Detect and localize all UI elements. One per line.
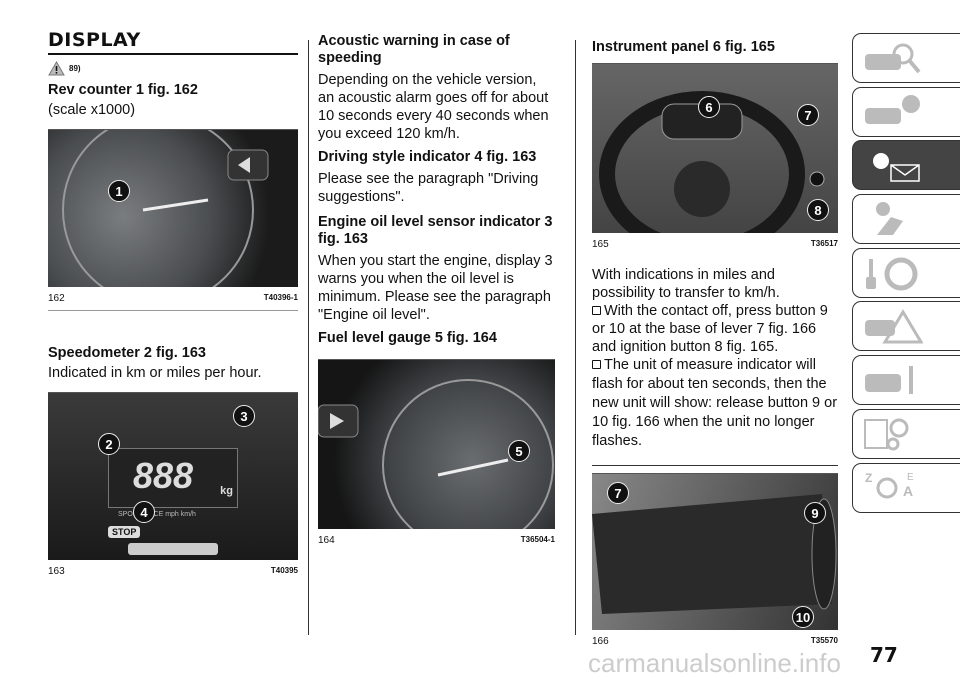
callout-3: 3 xyxy=(233,405,255,427)
figure-number: 162 xyxy=(48,293,65,304)
tab-warning-lights-messages[interactable] xyxy=(852,140,960,191)
heading-speedometer: Speedometer 2 fig. 163 xyxy=(48,345,206,361)
checkbox-bullet-icon xyxy=(592,360,601,369)
svg-text:E: E xyxy=(907,472,914,483)
heading-oil-level: Engine oil level sensor indicator 3 fig.… xyxy=(318,214,553,247)
figure-caption: 163 T40395 xyxy=(48,566,298,583)
figure-code: T36517 xyxy=(810,239,838,248)
car-warning-triangle-icon xyxy=(865,309,923,344)
checkbox-bullet-icon xyxy=(592,306,601,315)
acoustic-warning-text: Depending on the vehicle version, an aco… xyxy=(318,72,549,142)
car-wrench-icon xyxy=(865,366,913,395)
tab-car-magnifier[interactable] xyxy=(852,33,960,83)
bottom-bar xyxy=(128,543,218,555)
callout-7: 7 xyxy=(797,104,819,126)
figure-number: 166 xyxy=(592,636,609,647)
rev-counter-dial-illustration xyxy=(62,130,269,287)
step-text: The unit of measure indicator will flash… xyxy=(592,357,838,449)
callout-9: 9 xyxy=(804,502,826,524)
figure-164: 5 xyxy=(318,359,555,529)
heading-fuel-gauge: Fuel level gauge 5 fig. 164 xyxy=(318,330,497,346)
specs-gears-icon xyxy=(864,418,909,451)
page-number: 77 xyxy=(870,643,898,667)
column-2: Acoustic warning in case of speeding Dep… xyxy=(318,27,555,552)
svg-text:A: A xyxy=(903,483,913,499)
step-text: With the contact off, press button 9 or … xyxy=(592,303,828,355)
tab-maintenance[interactable] xyxy=(852,355,960,406)
display-kg: kg xyxy=(220,485,233,497)
car-info-icon xyxy=(865,94,920,124)
warning-reference: 89) xyxy=(48,61,298,76)
figure-163: 888 kg SPORT RACE mph km/h STOP 2 3 4 xyxy=(48,392,298,560)
figure-165: 6 7 8 xyxy=(592,63,838,233)
figure-caption: 164 T36504-1 xyxy=(318,535,555,552)
speedometer-text: Indicated in km or miles per hour. xyxy=(48,365,262,381)
heading-rev-counter: Rev counter 1 fig. 162 xyxy=(48,82,198,98)
oil-level-text: When you start the engine, display 3 war… xyxy=(318,253,553,323)
column-3: Instrument panel 6 fig. 165 6 7 8 165 T36… xyxy=(592,33,838,653)
display-modes: SPORT RACE mph km/h xyxy=(118,511,196,518)
figure-code: T40396-1 xyxy=(263,293,298,302)
column-divider xyxy=(575,40,576,635)
figure-code: T40395 xyxy=(270,566,298,575)
tab-technical-specs[interactable] xyxy=(852,408,960,459)
section-title: DISPLAY xyxy=(48,29,298,55)
callout-4: 4 xyxy=(133,501,155,523)
alphabetical-index-icon: Z EA xyxy=(865,471,914,499)
callout-1: 1 xyxy=(108,180,130,202)
tab-starting-driving[interactable] xyxy=(852,247,960,298)
warning-triangle-icon xyxy=(48,61,65,76)
display-screen: 888 kg xyxy=(108,448,238,508)
chapter-tabs: Z EA xyxy=(852,33,960,516)
figure-number: 165 xyxy=(592,239,609,250)
rev-counter-text: (scale x1000) xyxy=(48,102,136,118)
display-digits: 888 xyxy=(133,455,194,496)
tab-safety[interactable] xyxy=(852,194,960,245)
figure-number: 163 xyxy=(48,566,65,577)
watermark: carmanualsonline.info xyxy=(588,648,841,678)
callout-6: 6 xyxy=(698,96,720,118)
callout-2: 2 xyxy=(98,433,120,455)
column-1: DISPLAY 89) Rev counter 1 fig. 162 (scal… xyxy=(48,0,298,583)
callout-10: 10 xyxy=(792,606,814,628)
figure-162: 1 xyxy=(48,129,298,287)
airbag-seat-icon xyxy=(876,202,903,236)
tab-car-info[interactable] xyxy=(852,86,960,137)
warning-ref-text: 89) xyxy=(69,64,81,73)
divider xyxy=(592,465,838,466)
figure-code: T35570 xyxy=(810,636,838,645)
figure-caption: 165 T36517 xyxy=(592,239,838,256)
steering-wheel-illustration xyxy=(599,91,825,233)
key-steering-wheel-icon xyxy=(866,257,918,291)
heading-driving-style: Driving style indicator 4 fig. 163 xyxy=(318,149,537,165)
driving-style-text: Please see the paragraph "Driving sugges… xyxy=(318,171,539,205)
stop-indicator: STOP xyxy=(108,526,141,538)
figure-code: T36504-1 xyxy=(520,535,555,544)
column-divider xyxy=(308,40,309,635)
figure-caption: 162 T40396-1 xyxy=(48,293,298,311)
tab-emergency[interactable] xyxy=(852,301,960,352)
svg-text:Z: Z xyxy=(865,471,872,485)
callout-5: 5 xyxy=(508,440,530,462)
car-magnifier-icon xyxy=(865,43,921,74)
figure-166: 7 9 10 xyxy=(592,473,838,630)
callout-8: 8 xyxy=(807,199,829,221)
warning-light-message-icon xyxy=(873,153,920,183)
instruction-step-1: With the contact off, press button 9 or … xyxy=(592,302,838,356)
callout-7: 7 xyxy=(607,482,629,504)
instruction-step-2: The unit of measure indicator will flash… xyxy=(592,356,838,451)
miles-text: With indications in miles and possibilit… xyxy=(592,267,780,301)
figure-number: 164 xyxy=(318,535,335,546)
heading-acoustic-warning: Acoustic warning in case of speeding xyxy=(318,33,510,66)
heading-instrument-panel: Instrument panel 6 fig. 165 xyxy=(592,39,775,55)
tab-index[interactable]: Z EA xyxy=(852,462,960,513)
